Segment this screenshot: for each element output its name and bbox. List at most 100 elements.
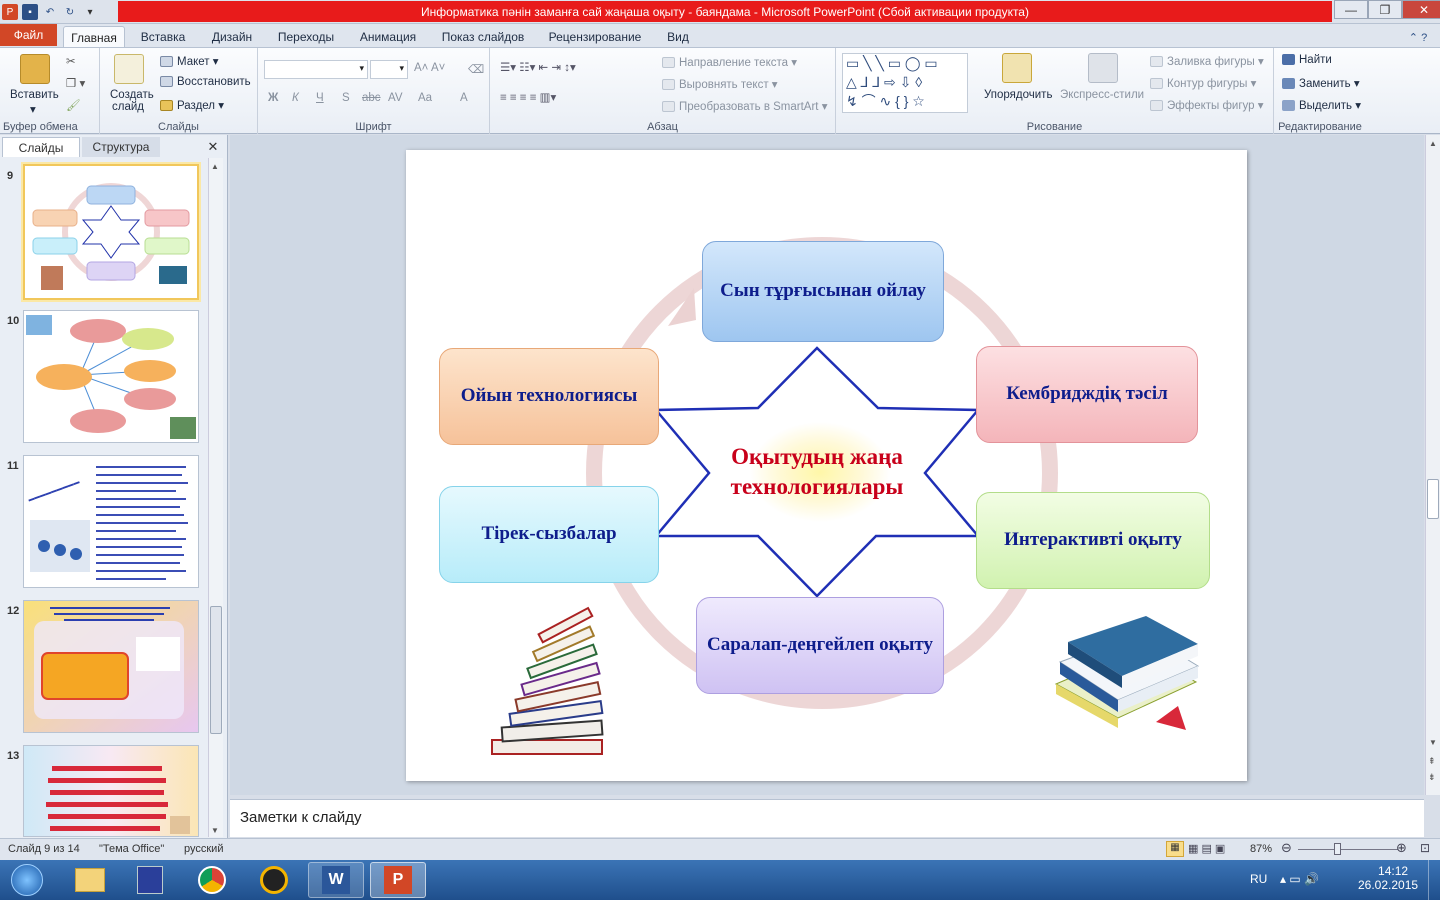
notes-pane[interactable]: Заметки к слайду (230, 799, 1424, 837)
thumbnail-slide-9[interactable] (23, 164, 199, 300)
save-icon[interactable]: ▪ (22, 4, 38, 20)
underline-button[interactable]: Ч (316, 92, 324, 104)
fit-slide-icon[interactable]: ⊡ (1420, 841, 1430, 855)
ribbon-controls[interactable]: ⌃ ? (1398, 27, 1438, 47)
box-differentiated-learning[interactable]: Саралап-деңгейлеп оқыту (696, 597, 944, 694)
tab-design[interactable]: Дизайн (200, 27, 264, 47)
taskbar-powerpoint[interactable]: P (370, 862, 426, 898)
tab-review[interactable]: Рецензирование (540, 27, 650, 47)
clock[interactable]: 14:12 26.02.2015 (1358, 864, 1418, 892)
box-critical-thinking[interactable]: Сын тұрғысынан ойлау (702, 241, 944, 342)
section-button[interactable]: Раздел ▾ (160, 98, 224, 112)
tab-view[interactable]: Вид (658, 27, 698, 47)
current-slide[interactable]: Сын тұрғысынан ойлау Ойын технологиясы К… (406, 150, 1247, 781)
tray-icons[interactable]: ▴ ▭ 🔊 (1280, 872, 1319, 886)
paste-button[interactable]: Вставить (10, 89, 59, 101)
input-language[interactable]: RU (1250, 872, 1267, 886)
zoom-slider[interactable] (1298, 849, 1398, 850)
arrange-button[interactable]: Упорядочить (984, 89, 1052, 101)
close-panel-icon[interactable]: ✕ (204, 137, 222, 157)
box-support-schemes[interactable]: Тірек-сызбалар (439, 486, 659, 583)
prev-slide-icon[interactable]: ⇞ (1428, 756, 1436, 767)
view-icons[interactable]: ▦ ▤ ▣ (1188, 842, 1225, 855)
grow-font-icon[interactable]: A˄ A˅ (414, 62, 445, 74)
box-interactive-learning[interactable]: Интерактивті оқыту (976, 492, 1210, 589)
panel-scroll-thumb[interactable] (210, 606, 222, 734)
thumbnail-slide-13[interactable] (23, 745, 199, 837)
font-size-select[interactable]: ▾ (370, 60, 408, 79)
powerpoint-icon[interactable]: P (2, 4, 18, 20)
zoom-slider-thumb[interactable] (1334, 843, 1341, 855)
taskbar-chrome[interactable] (184, 862, 240, 898)
smartart-button[interactable]: Преобразовать в SmartArt ▾ (662, 99, 827, 113)
zoom-level[interactable]: 87% (1250, 843, 1272, 855)
maximize-button[interactable]: ❐ (1368, 0, 1402, 19)
customize-qat-icon[interactable]: ▾ (82, 4, 98, 20)
find-button[interactable]: Найти (1282, 54, 1332, 66)
select-button[interactable]: Выделить ▾ (1282, 98, 1361, 112)
svg-text:▬▬▬▬▬▬▬▬▬: ▬▬▬▬▬▬▬▬▬ (28, 479, 81, 503)
notes-placeholder[interactable]: Заметки к слайду (240, 809, 362, 826)
layout-button[interactable]: Макет ▾ (160, 54, 219, 68)
next-slide-icon[interactable]: ⇟ (1428, 772, 1436, 783)
zoom-in-icon[interactable]: ⊕ (1396, 840, 1407, 856)
box-game-technology[interactable]: Ойын технологиясы (439, 348, 659, 445)
zoom-out-icon[interactable]: ⊖ (1281, 840, 1292, 856)
language-indicator[interactable]: русский (184, 843, 223, 855)
new-slide-line1[interactable]: Создать (110, 89, 154, 101)
quick-styles-button[interactable]: Экспресс-стили (1060, 89, 1144, 101)
bullets-icon[interactable]: ☰▾ ☷▾ ⇤ ⇥ ↕▾ (500, 60, 576, 74)
box-cambridge-approach[interactable]: Кембридждіқ тәсіл (976, 346, 1198, 443)
shape-fill-button[interactable]: Заливка фигуры ▾ (1150, 54, 1264, 68)
replace-button[interactable]: Заменить ▾ (1282, 76, 1360, 90)
redo-icon[interactable]: ↻ (62, 4, 78, 20)
undo-icon[interactable]: ↶ (42, 4, 58, 20)
thumbnail-slide-11[interactable]: ▬▬▬▬▬▬▬▬▬ (23, 455, 199, 588)
theme-name[interactable]: "Тема Office" (99, 843, 164, 855)
font-color-button[interactable]: A (460, 92, 468, 104)
shape-outline-button[interactable]: Контур фигуры ▾ (1150, 76, 1256, 90)
italic-button[interactable]: К (292, 92, 299, 104)
font-family-select[interactable]: ▾ (264, 60, 368, 79)
tab-transitions[interactable]: Переходы (270, 27, 342, 47)
tab-slides-panel[interactable]: Слайды (2, 137, 80, 157)
tab-insert[interactable]: Вставка (132, 27, 194, 47)
tab-file[interactable]: Файл (0, 24, 57, 46)
clear-format-icon[interactable]: ⌫ (468, 62, 484, 76)
taskbar-explorer[interactable] (62, 862, 118, 898)
strike-button[interactable]: abc (362, 92, 381, 104)
bold-button[interactable]: Ж (268, 92, 278, 104)
canvas-scroll-thumb[interactable] (1427, 479, 1439, 519)
thumbnail-slide-12[interactable] (23, 600, 199, 733)
copy-icon[interactable]: ❐ ▾ (66, 76, 85, 90)
shadow-button[interactable]: S (342, 92, 350, 104)
tab-outline-panel[interactable]: Структура (82, 137, 160, 157)
normal-view-icon[interactable]: ▦ (1166, 841, 1184, 857)
thumbnail-slide-10[interactable] (23, 310, 199, 443)
tab-home[interactable]: Главная (63, 26, 125, 48)
taskbar-save-app[interactable] (122, 862, 178, 898)
text-direction-button[interactable]: Направление текста ▾ (662, 55, 797, 69)
taskbar-app[interactable] (246, 862, 302, 898)
format-painter-icon[interactable]: 🖌 (66, 98, 81, 112)
align-icons[interactable]: ≡ ≡ ≡ ≡ ▥▾ (500, 90, 556, 104)
app-icon (260, 866, 288, 894)
center-title[interactable]: Оқытудың жаңа технологиялары (712, 422, 922, 522)
tab-animation[interactable]: Анимация (350, 27, 426, 47)
tab-slideshow[interactable]: Показ слайдов (434, 27, 532, 47)
show-desktop-button[interactable] (1428, 860, 1440, 900)
close-button[interactable]: ✕ (1402, 0, 1440, 19)
start-button[interactable] (2, 862, 52, 898)
minimize-button[interactable]: — (1334, 0, 1368, 19)
case-button[interactable]: Aa (418, 92, 432, 104)
shape-effects-button[interactable]: Эффекты фигур ▾ (1150, 98, 1264, 112)
canvas-scrollbar[interactable]: ▲ ▼ ⇞ ⇟ (1425, 135, 1440, 795)
spacing-button[interactable]: AV (388, 92, 403, 104)
new-slide-line2[interactable]: слайд (112, 101, 144, 113)
taskbar-word[interactable]: W (308, 862, 364, 898)
cut-icon[interactable]: ✂ (66, 54, 76, 68)
align-text-button[interactable]: Выровнять текст ▾ (662, 77, 778, 91)
shapes-gallery[interactable]: ▭ ╲ ╲ ▭ ◯ ▭ △ ⅃ ⅃ ⇨ ⇩ ◊ ↯ ⌒ ∿ { } ☆ (842, 53, 968, 113)
reset-button[interactable]: Восстановить (160, 76, 251, 88)
panel-scrollbar[interactable]: ▲ ▼ (208, 158, 223, 837)
